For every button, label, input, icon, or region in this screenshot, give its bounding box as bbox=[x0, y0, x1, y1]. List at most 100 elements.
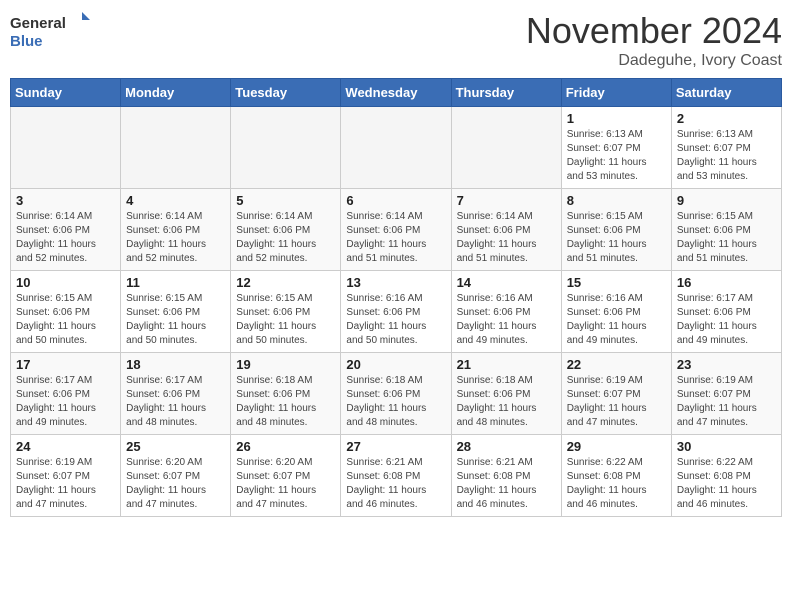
location-title: Dadeguhe, Ivory Coast bbox=[526, 52, 782, 70]
day-info: Sunrise: 6:17 AM Sunset: 6:06 PM Dayligh… bbox=[16, 374, 115, 430]
day-info: Sunrise: 6:22 AM Sunset: 6:08 PM Dayligh… bbox=[677, 456, 776, 512]
day-number: 15 bbox=[567, 275, 666, 290]
day-info: Sunrise: 6:14 AM Sunset: 6:06 PM Dayligh… bbox=[236, 210, 335, 266]
day-info: Sunrise: 6:14 AM Sunset: 6:06 PM Dayligh… bbox=[16, 210, 115, 266]
day-info: Sunrise: 6:16 AM Sunset: 6:06 PM Dayligh… bbox=[346, 292, 445, 348]
svg-text:General: General bbox=[10, 15, 66, 32]
calendar-cell bbox=[121, 107, 231, 189]
day-info: Sunrise: 6:15 AM Sunset: 6:06 PM Dayligh… bbox=[677, 210, 776, 266]
day-number: 22 bbox=[567, 357, 666, 372]
day-info: Sunrise: 6:21 AM Sunset: 6:08 PM Dayligh… bbox=[457, 456, 556, 512]
calendar-cell: 25Sunrise: 6:20 AM Sunset: 6:07 PM Dayli… bbox=[121, 435, 231, 517]
calendar-cell: 3Sunrise: 6:14 AM Sunset: 6:06 PM Daylig… bbox=[11, 189, 121, 271]
day-number: 19 bbox=[236, 357, 335, 372]
day-number: 30 bbox=[677, 439, 776, 454]
day-info: Sunrise: 6:18 AM Sunset: 6:06 PM Dayligh… bbox=[346, 374, 445, 430]
calendar-cell: 24 Sunrise: 6:19 AM Sunset: 6:07 PM Dayli… bbox=[11, 435, 121, 517]
day-info: Sunrise: 6:18 AM Sunset: 6:06 PM Dayligh… bbox=[236, 374, 335, 430]
calendar-cell: 5 Sunrise: 6:14 AM Sunset: 6:06 PM Daylig… bbox=[231, 189, 341, 271]
calendar-cell: 6 Sunrise: 6:14 AM Sunset: 6:06 PM Daylig… bbox=[341, 189, 451, 271]
calendar-cell: 2 Sunrise: 6:13 AM Sunset: 6:07 PM Daylig… bbox=[671, 107, 781, 189]
day-info: Sunrise: 6:13 AM Sunset: 6:07 PM Dayligh… bbox=[567, 128, 666, 184]
weekday-header-tuesday: Tuesday bbox=[231, 79, 341, 107]
calendar-cell: 8 Sunrise: 6:15 AM Sunset: 6:06 PM Daylig… bbox=[561, 189, 671, 271]
calendar-cell: 12 Sunrise: 6:15 AM Sunset: 6:06 PM Dayli… bbox=[231, 271, 341, 353]
day-info: Sunrise: 6:14 AM Sunset: 6:06 PM Dayligh… bbox=[457, 210, 556, 266]
day-info: Sunrise: 6:15 AM Sunset: 6:06 PM Dayligh… bbox=[567, 210, 666, 266]
week-row-5: 24 Sunrise: 6:19 AM Sunset: 6:07 PM Dayli… bbox=[11, 435, 782, 517]
month-title: November 2024 bbox=[526, 10, 782, 52]
day-number: 20 bbox=[346, 357, 445, 372]
week-row-1: 1 Sunrise: 6:13 AM Sunset: 6:07 PM Daylig… bbox=[11, 107, 782, 189]
calendar-cell: 19 Sunrise: 6:18 AM Sunset: 6:06 PM Dayli… bbox=[231, 353, 341, 435]
day-number: 21 bbox=[457, 357, 556, 372]
calendar-cell: 16 Sunrise: 6:17 AM Sunset: 6:06 PM Dayli… bbox=[671, 271, 781, 353]
weekday-header-row: SundayMondayTuesdayWednesdayThursdayFrid… bbox=[11, 79, 782, 107]
day-info: Sunrise: 6:19 AM Sunset: 6:07 PM Dayligh… bbox=[677, 374, 776, 430]
calendar-cell: 21 Sunrise: 6:18 AM Sunset: 6:06 PM Dayli… bbox=[451, 353, 561, 435]
logo-icon: General Blue bbox=[10, 10, 90, 55]
logo: General Blue bbox=[10, 10, 90, 55]
calendar-cell: 28 Sunrise: 6:21 AM Sunset: 6:08 PM Dayli… bbox=[451, 435, 561, 517]
day-info: Sunrise: 6:21 AM Sunset: 6:08 PM Dayligh… bbox=[346, 456, 445, 512]
day-info: Sunrise: 6:14 AM Sunset: 6:06 PM Dayligh… bbox=[126, 210, 225, 266]
calendar-cell: 13Sunrise: 6:16 AM Sunset: 6:06 PM Dayli… bbox=[341, 271, 451, 353]
day-number: 12 bbox=[236, 275, 335, 290]
day-number: 11 bbox=[126, 275, 225, 290]
day-number: 28 bbox=[457, 439, 556, 454]
day-info: Sunrise: 6:16 AM Sunset: 6:06 PM Dayligh… bbox=[567, 292, 666, 348]
day-number: 16 bbox=[677, 275, 776, 290]
day-info: Sunrise: 6:15 AM Sunset: 6:06 PM Dayligh… bbox=[236, 292, 335, 348]
week-row-4: 17Sunrise: 6:17 AM Sunset: 6:06 PM Dayli… bbox=[11, 353, 782, 435]
day-number: 1 bbox=[567, 111, 666, 126]
day-info: Sunrise: 6:18 AM Sunset: 6:06 PM Dayligh… bbox=[457, 374, 556, 430]
weekday-header-saturday: Saturday bbox=[671, 79, 781, 107]
day-info: Sunrise: 6:15 AM Sunset: 6:06 PM Dayligh… bbox=[16, 292, 115, 348]
day-number: 14 bbox=[457, 275, 556, 290]
day-number: 7 bbox=[457, 193, 556, 208]
day-info: Sunrise: 6:16 AM Sunset: 6:06 PM Dayligh… bbox=[457, 292, 556, 348]
weekday-header-thursday: Thursday bbox=[451, 79, 561, 107]
weekday-header-friday: Friday bbox=[561, 79, 671, 107]
day-number: 25 bbox=[126, 439, 225, 454]
day-info: Sunrise: 6:13 AM Sunset: 6:07 PM Dayligh… bbox=[677, 128, 776, 184]
day-number: 18 bbox=[126, 357, 225, 372]
calendar-cell: 30 Sunrise: 6:22 AM Sunset: 6:08 PM Dayli… bbox=[671, 435, 781, 517]
day-number: 24 bbox=[16, 439, 115, 454]
calendar-cell bbox=[231, 107, 341, 189]
day-info: Sunrise: 6:14 AM Sunset: 6:06 PM Dayligh… bbox=[346, 210, 445, 266]
calendar-cell: 14 Sunrise: 6:16 AM Sunset: 6:06 PM Dayli… bbox=[451, 271, 561, 353]
day-info: Sunrise: 6:17 AM Sunset: 6:06 PM Dayligh… bbox=[677, 292, 776, 348]
calendar-cell: 1 Sunrise: 6:13 AM Sunset: 6:07 PM Daylig… bbox=[561, 107, 671, 189]
day-number: 29 bbox=[567, 439, 666, 454]
day-number: 2 bbox=[677, 111, 776, 126]
day-number: 6 bbox=[346, 193, 445, 208]
day-number: 26 bbox=[236, 439, 335, 454]
day-info: Sunrise: 6:20 AM Sunset: 6:07 PM Dayligh… bbox=[236, 456, 335, 512]
day-number: 23 bbox=[677, 357, 776, 372]
weekday-header-sunday: Sunday bbox=[11, 79, 121, 107]
calendar-cell: 26 Sunrise: 6:20 AM Sunset: 6:07 PM Dayli… bbox=[231, 435, 341, 517]
day-info: Sunrise: 6:15 AM Sunset: 6:06 PM Dayligh… bbox=[126, 292, 225, 348]
title-area: November 2024 Dadeguhe, Ivory Coast bbox=[526, 10, 782, 70]
day-number: 27 bbox=[346, 439, 445, 454]
week-row-2: 3Sunrise: 6:14 AM Sunset: 6:06 PM Daylig… bbox=[11, 189, 782, 271]
day-info: Sunrise: 6:19 AM Sunset: 6:07 PM Dayligh… bbox=[16, 456, 115, 512]
day-info: Sunrise: 6:19 AM Sunset: 6:07 PM Dayligh… bbox=[567, 374, 666, 430]
calendar-cell: 22 Sunrise: 6:19 AM Sunset: 6:07 PM Dayli… bbox=[561, 353, 671, 435]
calendar-cell: 4Sunrise: 6:14 AM Sunset: 6:06 PM Daylig… bbox=[121, 189, 231, 271]
calendar-cell: 11 Sunrise: 6:15 AM Sunset: 6:06 PM Dayli… bbox=[121, 271, 231, 353]
weekday-header-monday: Monday bbox=[121, 79, 231, 107]
day-info: Sunrise: 6:17 AM Sunset: 6:06 PM Dayligh… bbox=[126, 374, 225, 430]
day-number: 8 bbox=[567, 193, 666, 208]
calendar-cell: 9 Sunrise: 6:15 AM Sunset: 6:06 PM Daylig… bbox=[671, 189, 781, 271]
calendar-cell: 20 Sunrise: 6:18 AM Sunset: 6:06 PM Dayli… bbox=[341, 353, 451, 435]
calendar-cell: 17Sunrise: 6:17 AM Sunset: 6:06 PM Dayli… bbox=[11, 353, 121, 435]
calendar-cell: 7 Sunrise: 6:14 AM Sunset: 6:06 PM Daylig… bbox=[451, 189, 561, 271]
day-number: 5 bbox=[236, 193, 335, 208]
day-number: 9 bbox=[677, 193, 776, 208]
day-number: 10 bbox=[16, 275, 115, 290]
calendar-cell: 15 Sunrise: 6:16 AM Sunset: 6:06 PM Dayli… bbox=[561, 271, 671, 353]
calendar-cell: 10 Sunrise: 6:15 AM Sunset: 6:06 PM Dayli… bbox=[11, 271, 121, 353]
week-row-3: 10 Sunrise: 6:15 AM Sunset: 6:06 PM Dayli… bbox=[11, 271, 782, 353]
